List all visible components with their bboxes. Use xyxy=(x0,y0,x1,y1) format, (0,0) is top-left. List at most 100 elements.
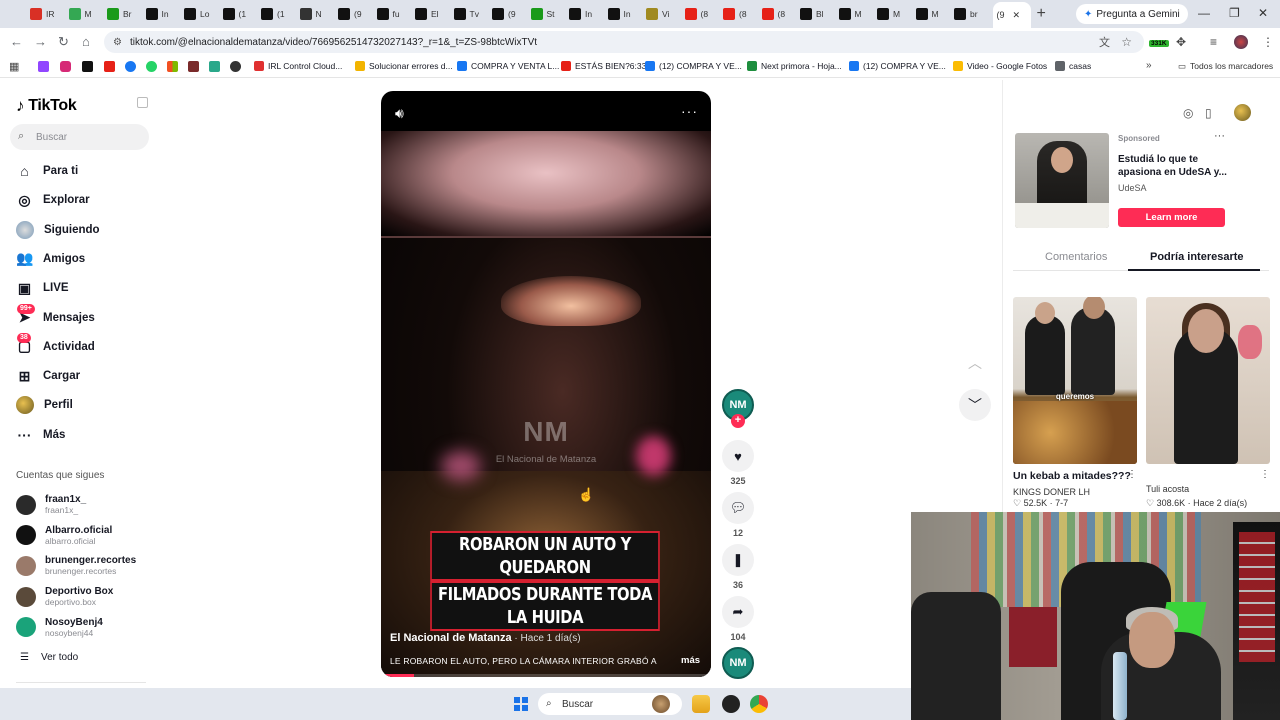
taskbar-widget-icon[interactable] xyxy=(652,695,670,713)
bookmark-item[interactable]: (12) COMPRA Y VE... xyxy=(849,61,946,71)
media-icon[interactable]: ≡ xyxy=(1210,35,1217,49)
ad-thumbnail[interactable] xyxy=(1015,133,1109,228)
web-bookmark-icon[interactable] xyxy=(230,61,241,72)
save-button[interactable]: ❚ xyxy=(722,544,754,576)
reload-icon[interactable]: ↻ xyxy=(58,34,69,50)
following-account[interactable]: Albarro.oficial albarro.oficial xyxy=(16,525,112,546)
ad-more-icon[interactable]: ··· xyxy=(1214,130,1225,142)
close-tab-icon[interactable]: ✕ xyxy=(1013,10,1021,21)
extension-badge[interactable]: 331K xyxy=(1149,40,1169,47)
gemini-button[interactable]: ✦ Pregunta a Gemini xyxy=(1076,4,1188,24)
suggested-video-thumbnail[interactable]: queremos xyxy=(1013,297,1137,464)
previous-video-button[interactable]: ︿ xyxy=(959,347,991,379)
browser-tab[interactable]: In xyxy=(569,8,608,20)
sidebar-item-explorar[interactable]: ◎ Explorar xyxy=(16,189,89,211)
comment-button[interactable]: 💬︎ xyxy=(722,492,754,524)
sidebar-item-amigos[interactable]: 👥 Amigos xyxy=(16,248,85,270)
all-bookmarks[interactable]: ▭ Todos los marcadores xyxy=(1178,61,1273,72)
home-browser-icon[interactable]: ⌂ xyxy=(82,34,90,49)
instagram-bookmark-icon[interactable] xyxy=(60,61,71,72)
browser-tab[interactable]: M xyxy=(838,8,878,20)
tab-comments[interactable]: Comentarios xyxy=(1045,251,1107,263)
next-video-button[interactable]: ﹀ xyxy=(959,389,991,421)
bookmark-item[interactable]: COMPRA Y VENTA L... xyxy=(457,61,559,71)
sidebar-item-cargar[interactable]: ⊞ Cargar xyxy=(16,365,80,387)
browser-tab[interactable]: (9 xyxy=(338,8,377,20)
x-bookmark-icon[interactable] xyxy=(82,61,93,72)
minimize-button[interactable]: — xyxy=(1198,6,1210,20)
ad-learn-more-button[interactable]: Learn more xyxy=(1118,208,1225,227)
app-bookmark-icon[interactable] xyxy=(209,61,220,72)
video-player[interactable]: NM El Nacional de Matanza ROBARON UN AUT… xyxy=(381,91,711,677)
following-account[interactable]: fraan1x_ fraan1x_ xyxy=(16,494,86,515)
extensions-icon[interactable]: ✥ xyxy=(1176,35,1186,49)
bookmark-item[interactable]: ESTÁS BIEN?6:33 xyxy=(561,61,646,71)
browser-tab[interactable]: (1 xyxy=(222,8,262,20)
bookmark-item[interactable]: Solucionar errores d... xyxy=(355,61,453,71)
follow-button[interactable]: + xyxy=(731,414,745,428)
microsoft-bookmark-icon[interactable] xyxy=(167,61,178,72)
bookmark-star-icon[interactable]: ☆ xyxy=(1121,35,1132,49)
bookmark-item[interactable]: Next primora - Hoja... xyxy=(747,61,842,71)
user-avatar[interactable] xyxy=(1234,104,1251,121)
browser-tab[interactable]: (1 xyxy=(261,8,300,20)
back-icon[interactable]: ← xyxy=(10,34,23,49)
suggested-video-author[interactable]: KINGS DONER LH xyxy=(1013,487,1090,497)
browser-tab[interactable]: Vi xyxy=(646,8,685,20)
volume-icon[interactable]: 🔊︎ xyxy=(395,105,404,122)
browser-tab[interactable]: M xyxy=(877,8,916,20)
browser-tab[interactable]: M xyxy=(915,8,955,20)
taskbar-app-icon[interactable] xyxy=(722,695,740,713)
ad-title[interactable]: Estudiá lo que te apasiona en UdeSA y... xyxy=(1118,153,1228,179)
browser-tab[interactable]: N xyxy=(299,8,339,20)
site-info-icon[interactable]: ⚙ xyxy=(113,37,122,48)
browser-tab[interactable]: fu xyxy=(376,8,416,20)
file-explorer-icon[interactable] xyxy=(692,695,710,713)
suggested-video-thumbnail[interactable] xyxy=(1146,297,1270,464)
translate-icon[interactable]: 文 xyxy=(1099,34,1110,50)
chrome-icon[interactable] xyxy=(750,695,768,713)
browser-tab[interactable]: (8 xyxy=(723,8,762,20)
browser-tab[interactable]: IR xyxy=(30,8,69,20)
youtube-bookmark-icon[interactable] xyxy=(104,61,115,72)
sidebar-item-siguiendo[interactable]: Siguiendo xyxy=(16,219,100,241)
sidebar-item-más[interactable]: ··· Más xyxy=(16,424,66,446)
like-button[interactable]: ♥ xyxy=(722,440,754,472)
suggested-more-icon[interactable]: ⋮ xyxy=(1127,469,1137,480)
windows-start-icon[interactable] xyxy=(514,697,528,711)
tab-suggested[interactable]: Podría interesarte xyxy=(1150,251,1244,263)
browser-tab[interactable]: In xyxy=(607,8,647,20)
browser-tab[interactable]: Tv xyxy=(453,8,493,20)
sound-avatar[interactable]: NM xyxy=(722,647,754,679)
video-more-icon[interactable]: ··· xyxy=(681,103,698,119)
description-more-button[interactable]: más xyxy=(681,655,700,666)
browser-tab[interactable]: Lo xyxy=(184,8,223,20)
bookmark-item[interactable]: casas xyxy=(1055,61,1091,71)
following-account[interactable]: brunenger.recortes brunenger.recortes xyxy=(16,555,136,576)
browser-tab[interactable]: Br xyxy=(107,8,146,20)
following-account[interactable]: NosoyBenj4 nosoybenj44 xyxy=(16,617,103,638)
browser-tab[interactable]: M xyxy=(68,8,108,20)
tiktok-logo[interactable]: ♪ TikTok xyxy=(16,96,77,116)
game-bookmark-icon[interactable] xyxy=(188,61,199,72)
see-all-button[interactable]: ☰ Ver todo xyxy=(20,652,78,663)
explore-small-icon[interactable]: ◎ xyxy=(1183,106,1193,120)
forward-icon[interactable]: → xyxy=(34,34,47,49)
browser-tab[interactable]: El xyxy=(415,8,454,20)
maximize-button[interactable]: ❐ xyxy=(1229,6,1240,20)
browser-menu-icon[interactable]: ⋮ xyxy=(1262,35,1274,49)
bookmark-item[interactable]: Video - Google Fotos xyxy=(953,61,1047,71)
sidebar-item-live[interactable]: ▣ LIVE xyxy=(16,277,69,299)
apps-icon[interactable]: ▦ xyxy=(9,60,19,73)
suggested-more-icon[interactable]: ⋮ xyxy=(1260,469,1270,480)
browser-tab[interactable]: In xyxy=(145,8,185,20)
browser-tab[interactable]: Bl xyxy=(800,8,839,20)
browser-tab[interactable]: St xyxy=(530,8,570,20)
device-icon[interactable]: ▯ xyxy=(1205,106,1212,120)
browser-tab[interactable]: (8 xyxy=(684,8,724,20)
profile-avatar-browser[interactable] xyxy=(1234,35,1248,49)
close-window-button[interactable]: ✕ xyxy=(1258,6,1268,20)
sidebar-item-para-ti[interactable]: ⌂ Para ti xyxy=(16,160,78,182)
bookmarks-overflow[interactable]: » xyxy=(1146,60,1152,71)
bookmark-item[interactable]: IRL Control Cloud... xyxy=(254,61,342,71)
